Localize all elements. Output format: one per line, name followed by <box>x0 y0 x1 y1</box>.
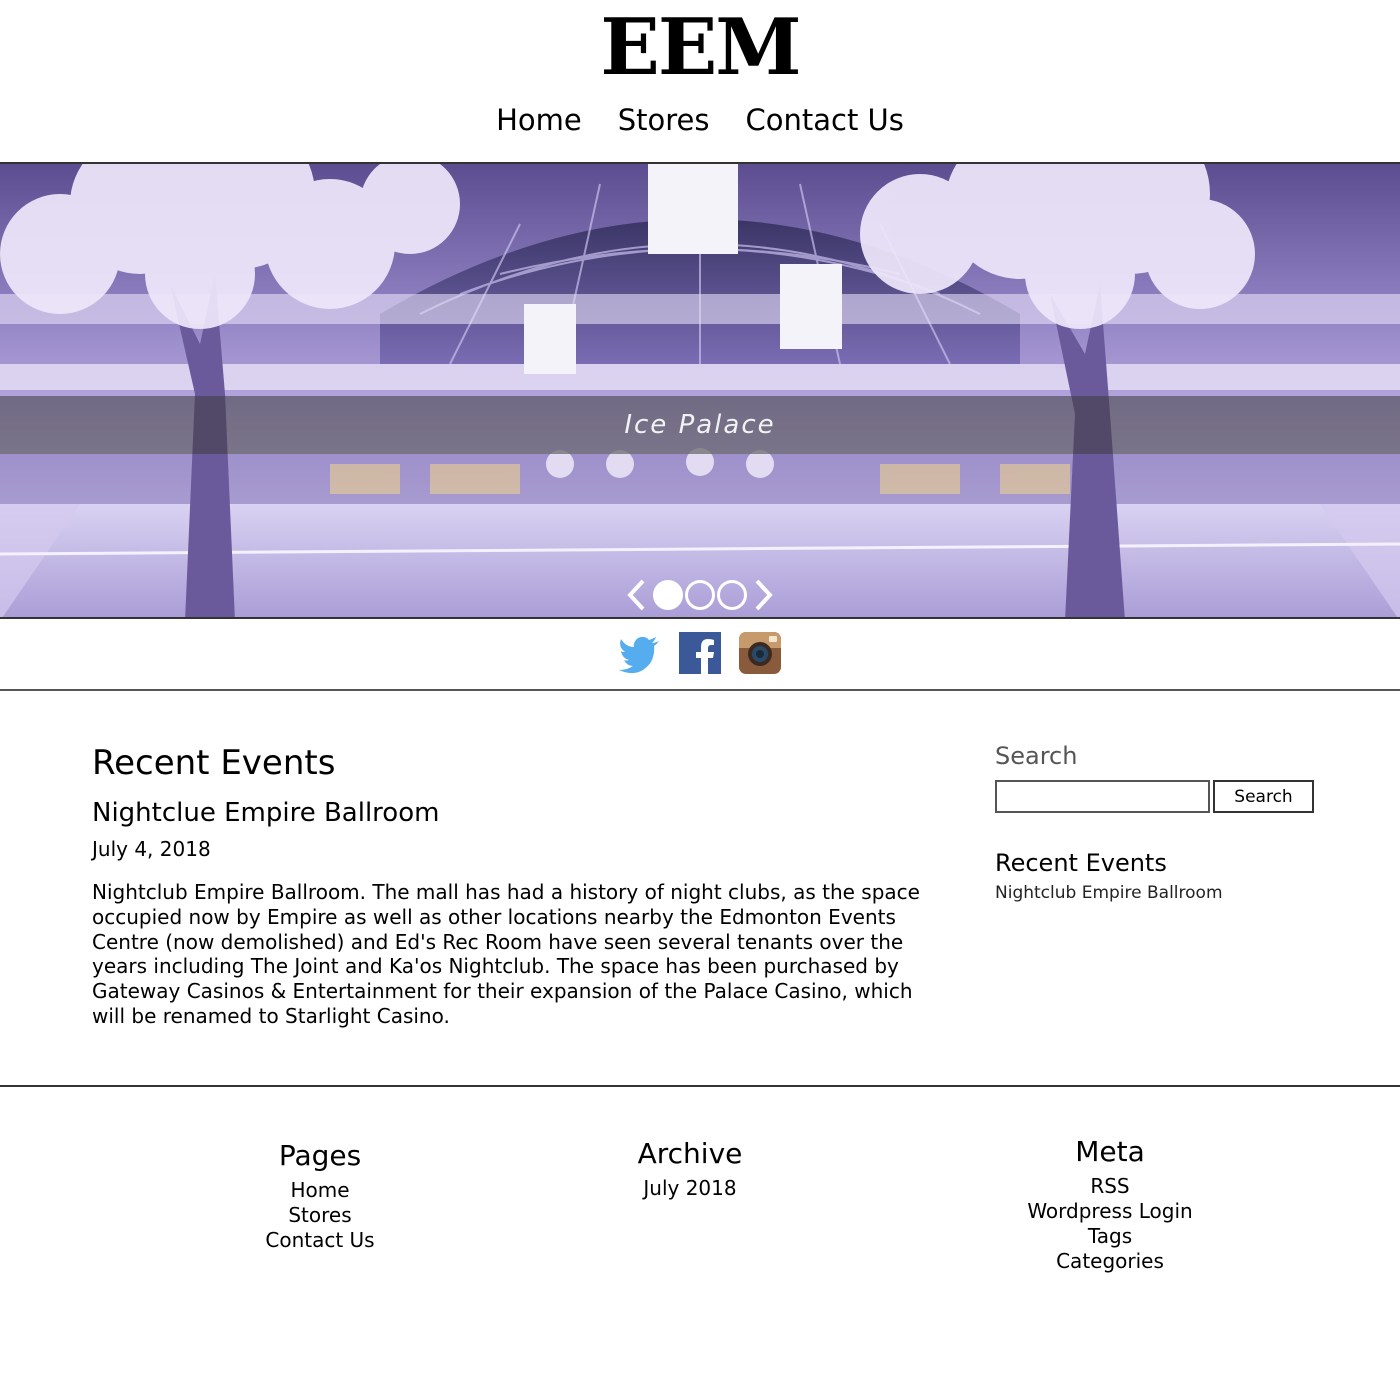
twitter-icon[interactable] <box>619 632 661 674</box>
instagram-icon[interactable] <box>739 632 781 674</box>
divider <box>0 689 1400 691</box>
nav-contact-us[interactable]: Contact Us <box>746 100 904 140</box>
recent-event-link[interactable]: Nightclub Empire Ballroom <box>995 883 1315 903</box>
slide-dot-3[interactable] <box>717 580 747 610</box>
site-logo[interactable]: EEM <box>0 8 1400 88</box>
slide-caption: Ice Palace <box>624 410 776 440</box>
nav-home[interactable]: Home <box>496 100 582 140</box>
footer-link-contact-us[interactable]: Contact Us <box>220 1228 420 1253</box>
social-links <box>0 632 1400 674</box>
footer-link-july-2018[interactable]: July 2018 <box>590 1176 790 1201</box>
footer-pages-title: Pages <box>278 1139 362 1172</box>
search-input[interactable] <box>995 780 1210 813</box>
footer-archive: Archive July 2018 <box>590 1136 790 1201</box>
footer-link-categories[interactable]: Categories <box>1010 1249 1210 1274</box>
post-title[interactable]: Nightclue Empire Ballroom <box>92 796 922 830</box>
search-form: Search <box>995 780 1315 813</box>
nav-stores[interactable]: Stores <box>618 100 710 140</box>
search-button[interactable]: Search <box>1213 780 1314 813</box>
footer-pages: Pages Home Stores Contact Us <box>220 1138 420 1253</box>
section-title: Recent Events <box>92 743 336 783</box>
prev-slide-button[interactable] <box>621 576 651 614</box>
footer-link-stores[interactable]: Stores <box>220 1203 420 1228</box>
footer-link-home[interactable]: Home <box>220 1178 420 1203</box>
footer-archive-title: Archive <box>637 1137 743 1170</box>
hero-image <box>0 164 1400 617</box>
next-slide-button[interactable] <box>749 576 779 614</box>
footer-meta-title: Meta <box>1075 1135 1145 1168</box>
sidebar: Search Search Recent Events Nightclub Em… <box>995 740 1315 903</box>
footer-link-wordpress-login[interactable]: Wordpress Login <box>1010 1199 1210 1224</box>
slide-dot-1[interactable] <box>653 580 683 610</box>
recent-events-title: Recent Events <box>995 849 1167 877</box>
slide-dot-2[interactable] <box>685 580 715 610</box>
facebook-icon[interactable] <box>679 632 721 674</box>
main-nav: Home Stores Contact Us <box>0 100 1400 140</box>
footer-link-rss[interactable]: RSS <box>1010 1174 1210 1199</box>
chevron-right-icon <box>755 579 773 611</box>
slider-controls <box>0 576 1400 614</box>
main-content: Recent Events Nightclue Empire Ballroom … <box>92 740 922 1029</box>
footer-meta: Meta RSS Wordpress Login Tags Categories <box>1010 1134 1210 1274</box>
chevron-left-icon <box>627 579 645 611</box>
post-date: July 4, 2018 <box>92 837 211 861</box>
footer-link-tags[interactable]: Tags <box>1010 1224 1210 1249</box>
post-body: Nightclub Empire Ballroom. The mall has … <box>92 880 920 1028</box>
footer-divider <box>0 1085 1400 1087</box>
hero-slider: Ice Palace <box>0 162 1400 619</box>
search-title: Search <box>995 742 1078 770</box>
